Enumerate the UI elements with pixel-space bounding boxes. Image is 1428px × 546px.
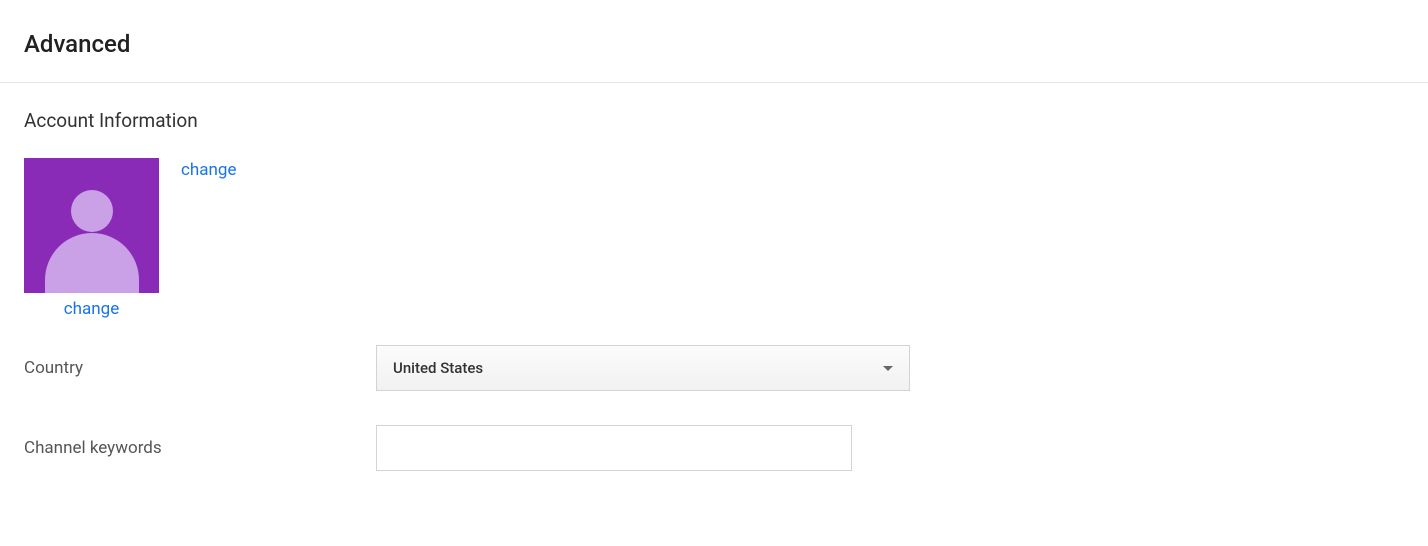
chevron-down-icon (883, 366, 893, 371)
account-information-section: Account Information change change Countr… (0, 83, 1428, 471)
avatar-head-icon (71, 190, 113, 232)
country-label: Country (24, 358, 376, 378)
country-dropdown-value: United States (393, 359, 483, 377)
section-title: Account Information (24, 109, 1428, 132)
channel-keywords-row: Channel keywords (24, 425, 1428, 471)
change-avatar-link[interactable]: change (64, 299, 119, 319)
avatar-body-icon (45, 233, 139, 293)
avatar-block: change (24, 158, 159, 319)
change-name-link[interactable]: change (181, 158, 236, 180)
country-row: Country United States (24, 345, 1428, 391)
country-dropdown[interactable]: United States (376, 345, 910, 391)
channel-keywords-label: Channel keywords (24, 438, 376, 458)
channel-keywords-input[interactable] (376, 425, 852, 471)
avatar-image (24, 158, 159, 293)
avatar-row: change change (24, 158, 1428, 319)
page-title: Advanced (0, 0, 1428, 82)
